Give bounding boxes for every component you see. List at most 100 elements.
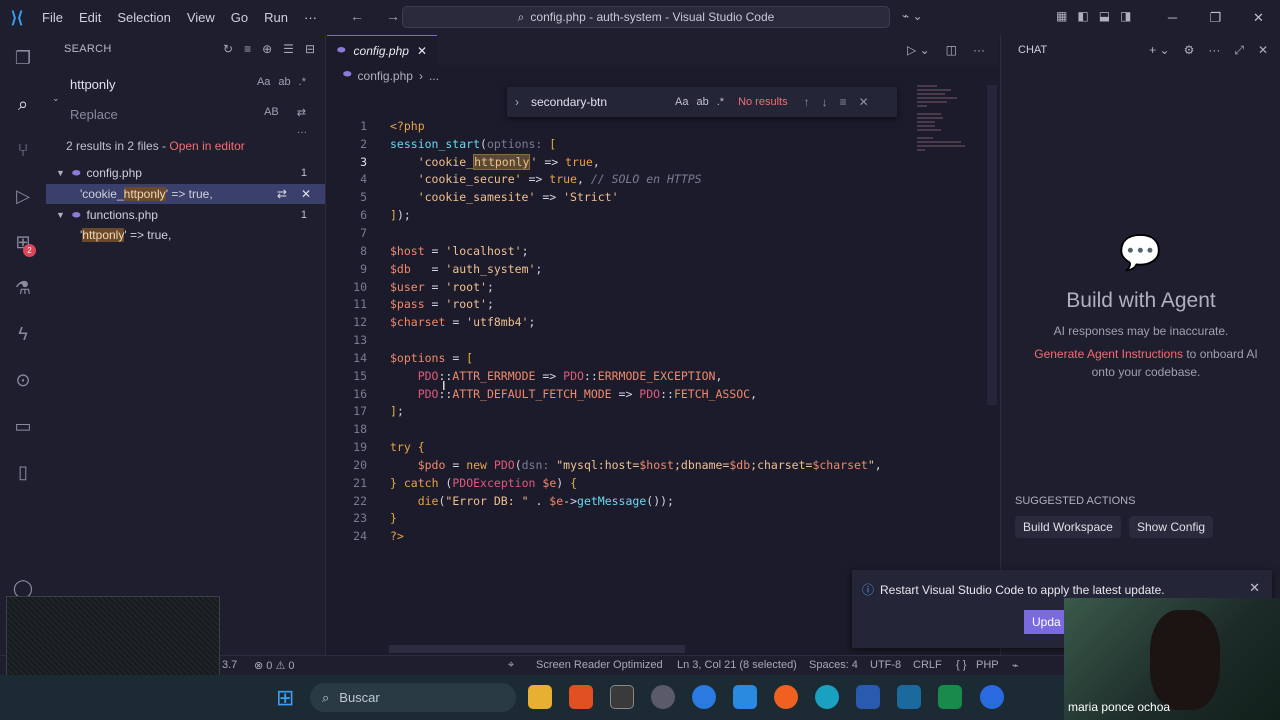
menu-edit[interactable]: Edit	[71, 0, 109, 35]
taskbar-search[interactable]: ⌕ Buscar	[310, 683, 516, 712]
result-file-config[interactable]: ▼ ⬬ config.php 1	[46, 163, 325, 183]
close-notification-icon[interactable]: ✕	[1249, 580, 1260, 596]
menu-selection[interactable]: Selection	[109, 0, 178, 35]
result-match-config[interactable]: 'cookie_ httponly ' => true, ⇄ ✕	[46, 184, 325, 204]
build-workspace-button[interactable]: Build Workspace	[1015, 516, 1121, 538]
split-editor-icon[interactable]: ◫	[946, 43, 957, 57]
status-version[interactable]: 3.7	[222, 659, 237, 671]
gitlens-icon[interactable]: ⊙	[0, 357, 46, 403]
close-window-icon[interactable]: ✕	[1237, 0, 1280, 35]
refresh-icon[interactable]: ↻	[223, 42, 233, 56]
indentation[interactable]: Spaces: 4	[809, 659, 858, 671]
show-config-button[interactable]: Show Config	[1129, 516, 1214, 538]
toggle-replace-chevron-icon[interactable]: ⌄	[52, 93, 60, 104]
breadcrumb-file[interactable]: config.php	[358, 69, 413, 83]
vscode-taskbar-icon[interactable]	[733, 685, 757, 709]
cursor-position[interactable]: Ln 3, Col 21 (8 selected)	[677, 659, 797, 671]
command-center[interactable]: ⌕ config.php - auth-system - Visual Stud…	[402, 6, 890, 28]
more-actions-icon[interactable]: ···	[973, 43, 985, 57]
dismiss-icon[interactable]: ✕	[301, 187, 311, 201]
find-input[interactable]: secondary-btn	[527, 95, 667, 109]
next-match-icon[interactable]: ↓	[822, 95, 828, 109]
end-of-line[interactable]: CRLF	[913, 659, 942, 671]
terminal-icon[interactable]	[610, 685, 634, 709]
toggle-sidebar-icon[interactable]: ◧	[1077, 9, 1088, 23]
close-find-icon[interactable]: ✕	[859, 95, 869, 109]
more-icon[interactable]: ···	[1208, 43, 1220, 58]
settings-icon[interactable]: ⚙	[1184, 43, 1195, 58]
braces-icon[interactable]: { }	[956, 659, 966, 671]
tab-config-php[interactable]: ⬬ config.php ✕	[327, 35, 437, 65]
replace-all-icon[interactable]: ⇄	[297, 106, 306, 119]
collapse-all-icon[interactable]: ☰	[283, 42, 294, 56]
language-mode[interactable]: PHP	[976, 659, 999, 671]
excel-icon[interactable]	[938, 685, 962, 709]
search-view-icon[interactable]: ⌕	[0, 81, 46, 127]
match-whole-word-icon[interactable]: ab	[696, 96, 708, 108]
explorer-icon[interactable]: ❐	[0, 35, 46, 81]
close-panel-icon[interactable]: ✕	[1258, 43, 1268, 58]
horizontal-scrollbar[interactable]	[389, 645, 685, 653]
new-search-editor-icon[interactable]: ⊕	[262, 42, 272, 56]
previous-match-icon[interactable]: ↑	[804, 95, 810, 109]
forward-arrow-icon[interactable]: →	[386, 8, 400, 24]
more-options-icon[interactable]: ···	[297, 127, 307, 138]
bookmark-icon[interactable]: ▯	[0, 449, 46, 495]
result-match-functions[interactable]: ' httponly ' => true,	[46, 225, 325, 245]
run-icon[interactable]: ▷ ⌄	[907, 43, 930, 57]
encoding[interactable]: UTF-8	[870, 659, 901, 671]
thunder-icon[interactable]: ϟ	[0, 311, 46, 357]
clear-results-icon[interactable]: ≡	[244, 42, 251, 56]
postman-icon[interactable]	[774, 685, 798, 709]
breadcrumb-more[interactable]: ...	[429, 69, 439, 83]
replace-icon[interactable]: ⇄	[277, 187, 287, 201]
minimize-icon[interactable]: ─	[1151, 0, 1194, 35]
github-icon[interactable]	[651, 685, 675, 709]
use-regex-icon[interactable]: .*	[717, 96, 724, 108]
copilot-status-icon[interactable]: ⌁	[1012, 659, 1019, 672]
toggle-secondary-sidebar-icon[interactable]: ◨	[1120, 9, 1131, 23]
restore-icon[interactable]: ❐	[1194, 0, 1237, 35]
open-in-editor-link[interactable]: Open in editor	[169, 139, 244, 153]
menu-go[interactable]: Go	[223, 0, 256, 35]
toggle-panel-icon[interactable]: ⬓	[1099, 9, 1110, 23]
generate-instructions-link[interactable]: Generate Agent Instructions	[1034, 347, 1183, 361]
vertical-scrollbar[interactable]	[987, 85, 997, 405]
menu-view[interactable]: View	[179, 0, 223, 35]
screen-reader-status[interactable]: Screen Reader Optimized	[536, 659, 663, 671]
extensions-icon[interactable]: ⊞ 2	[0, 219, 46, 265]
file-explorer-icon[interactable]	[528, 685, 552, 709]
update-button[interactable]: Upda	[1024, 610, 1064, 634]
word-icon[interactable]	[856, 685, 880, 709]
problems-indicator[interactable]: ⊗ 0 ⚠ 0	[254, 659, 294, 672]
maximize-icon[interactable]: ⤢	[1234, 43, 1244, 58]
search-input[interactable]: httponly Aa ab .*	[62, 72, 310, 96]
testing-icon[interactable]: ⚗	[0, 265, 46, 311]
vscode-alt-icon[interactable]	[897, 685, 921, 709]
view-as-tree-icon[interactable]: ⊟	[305, 42, 315, 56]
find-in-selection-icon[interactable]: ≡	[840, 95, 847, 109]
use-regex-icon[interactable]: .*	[299, 76, 306, 88]
windows-start-icon[interactable]: ⊞	[276, 685, 294, 711]
source-control-icon[interactable]: ⑂	[0, 127, 46, 173]
new-chat-icon[interactable]: + ⌄	[1149, 43, 1169, 58]
menu-more[interactable]: ···	[296, 0, 325, 35]
chrome-icon[interactable]	[815, 685, 839, 709]
layout-icon[interactable]: ▦	[1056, 9, 1067, 23]
copilot-icon[interactable]: ⌁ ⌄	[902, 9, 923, 23]
maps-icon[interactable]	[692, 685, 716, 709]
minimap[interactable]	[917, 85, 987, 175]
preserve-case-icon[interactable]: AB	[264, 106, 279, 119]
remote-explorer-icon[interactable]: ▭	[0, 403, 46, 449]
zoom-icon[interactable]	[980, 685, 1004, 709]
run-debug-icon[interactable]: ▷	[0, 173, 46, 219]
toggle-replace-icon[interactable]: ›	[507, 95, 527, 109]
match-case-icon[interactable]: Aa	[257, 76, 270, 88]
back-arrow-icon[interactable]: ←	[350, 8, 364, 24]
replace-input[interactable]: Replace AB ⇄	[62, 102, 310, 126]
accessibility-icon[interactable]: ⌖	[508, 659, 514, 672]
close-tab-icon[interactable]: ✕	[417, 44, 427, 58]
menu-file[interactable]: File	[34, 0, 71, 35]
match-whole-word-icon[interactable]: ab	[278, 76, 290, 88]
code-editor[interactable]: 1 <?php 2 session_start(options: [ 3 'cook…	[327, 117, 917, 545]
